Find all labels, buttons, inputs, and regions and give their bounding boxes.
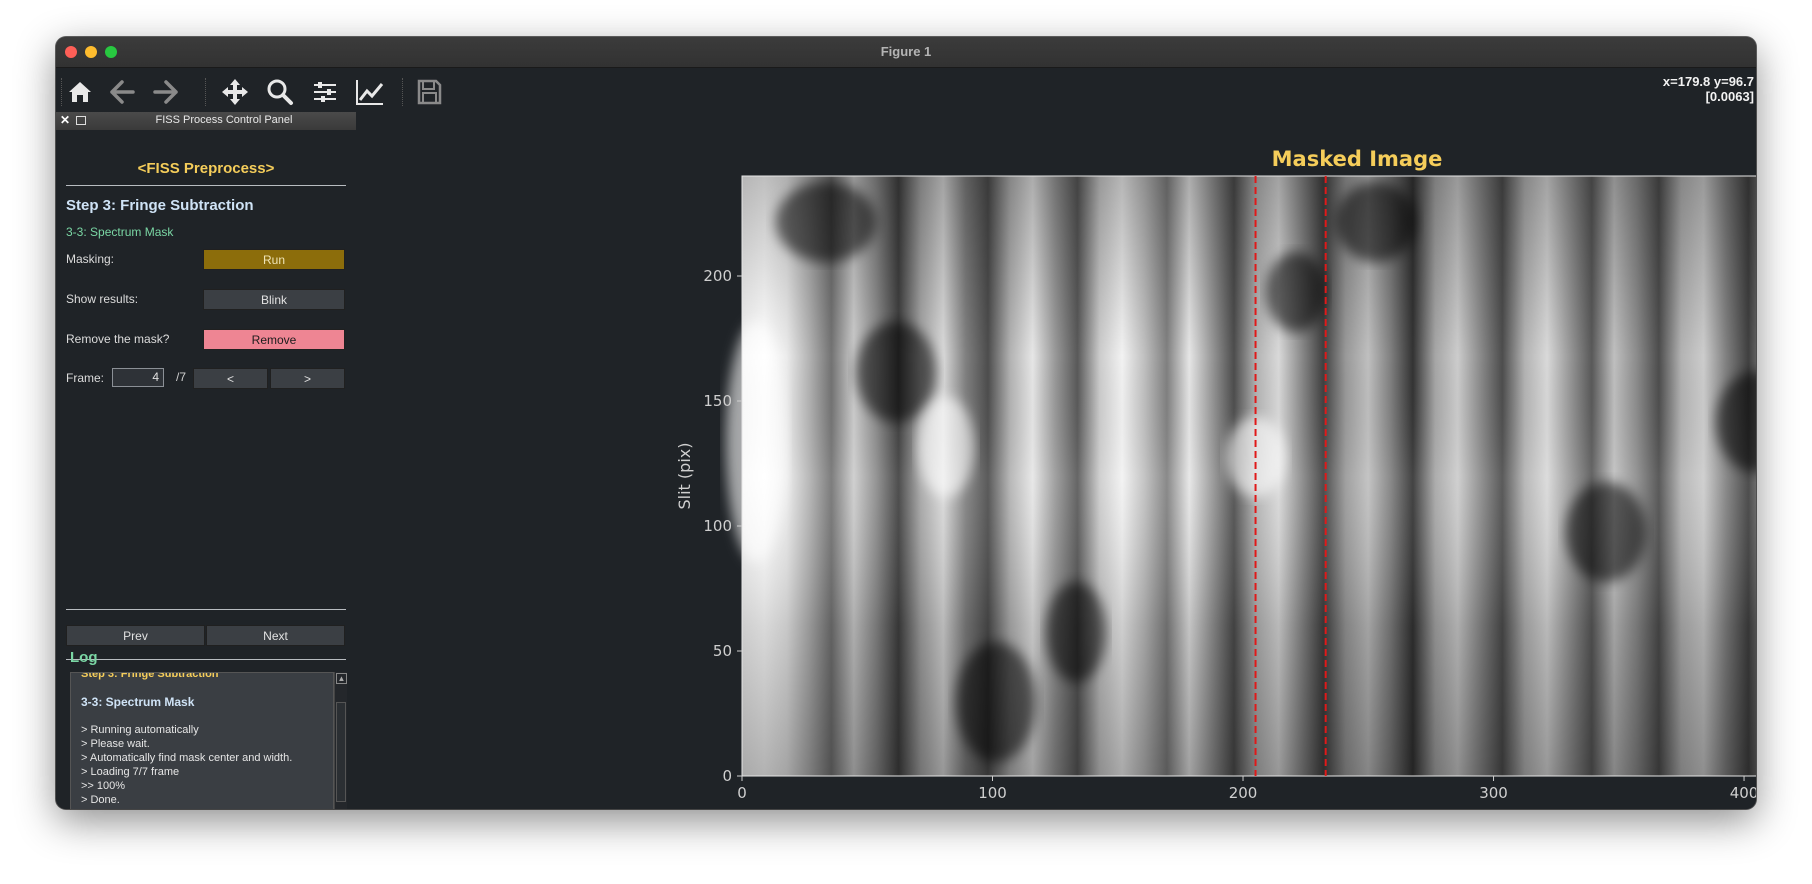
remove-button[interactable]: Remove bbox=[203, 329, 345, 350]
edit-curves-icon[interactable] bbox=[354, 76, 386, 108]
log-line: > Running automatically bbox=[81, 724, 199, 736]
coords-xy: x=179.8 y=96.7 bbox=[1662, 74, 1754, 89]
next-frame-button[interactable]: > bbox=[270, 368, 345, 389]
title-bar: Figure 1 bbox=[56, 37, 1756, 68]
divider bbox=[66, 659, 346, 660]
log-scrollbar[interactable]: ▲ ▼ bbox=[334, 672, 347, 809]
toolbar: x=179.8 y=96.7 [0.0063] bbox=[56, 68, 1756, 115]
window-title: Figure 1 bbox=[880, 44, 932, 59]
log-text: Step 3: Fringe Subtraction 3-3: Spectrum… bbox=[81, 672, 313, 807]
image-dark-region bbox=[856, 322, 936, 422]
x-tick-label: 100 bbox=[978, 784, 1007, 802]
x-tick-label: 200 bbox=[1229, 784, 1258, 802]
prev-frame-button[interactable]: < bbox=[193, 368, 268, 389]
x-tick-label: 0 bbox=[737, 784, 747, 802]
blink-button[interactable]: Blink bbox=[203, 289, 345, 310]
log-line: > Loading 7/7 frame bbox=[81, 766, 180, 778]
log-title: Log bbox=[70, 649, 98, 666]
image-dark-region bbox=[1566, 482, 1646, 582]
x-axis-label: Wavelength (pix) bbox=[1289, 807, 1426, 809]
frame-total: /7 bbox=[176, 370, 187, 384]
panel-header-title: FISS Process Control Panel bbox=[155, 114, 293, 126]
log-step-heading: Step 3: Fringe Subtraction bbox=[81, 672, 219, 680]
toolbar-separator bbox=[205, 78, 206, 106]
log-sub-heading: 3-3: Spectrum Mask bbox=[81, 695, 195, 709]
panel-header: ✕ FISS Process Control Panel bbox=[56, 112, 356, 130]
x-tick-label: 300 bbox=[1479, 784, 1508, 802]
masked-image-chart[interactable]: 0 100 200 300 400 0 50 100 150 200 Masked Image Wav… bbox=[356, 112, 1756, 809]
y-axis-label: Slit (pix) bbox=[675, 443, 694, 510]
coords-value: [0.0063] bbox=[1705, 89, 1754, 104]
divider bbox=[66, 609, 346, 610]
plot-area[interactable]: 0 100 200 300 400 0 50 100 150 200 Masked Image Wav… bbox=[356, 112, 1756, 809]
zoom-icon[interactable] bbox=[264, 76, 296, 108]
image-dark-region bbox=[956, 642, 1036, 762]
image-dark-region bbox=[1266, 252, 1326, 332]
y-tick-label: 200 bbox=[703, 267, 732, 285]
y-tick-label: 0 bbox=[722, 767, 732, 785]
main-title: <FISS Preprocess> bbox=[137, 160, 275, 177]
remove-mask-label: Remove the mask? bbox=[66, 332, 170, 346]
frame-input[interactable]: 4 bbox=[112, 368, 164, 387]
chart-title: Masked Image bbox=[1272, 147, 1443, 171]
next-step-button[interactable]: Next bbox=[206, 625, 345, 646]
log-line: > Automatically find mask center and wid… bbox=[81, 752, 293, 764]
y-tick-label: 50 bbox=[713, 642, 732, 660]
toolbar-separator bbox=[61, 78, 62, 106]
configure-icon[interactable] bbox=[309, 76, 341, 108]
log-output[interactable]: Step 3: Fringe Subtraction 3-3: Spectrum… bbox=[70, 672, 334, 809]
control-panel: ✕ FISS Process Control Panel <FISS Prepr… bbox=[56, 112, 357, 809]
y-tick-label: 150 bbox=[703, 392, 732, 410]
log-line: > Done. bbox=[81, 794, 120, 806]
cursor-coordinates: x=179.8 y=96.7 [0.0063] bbox=[1663, 74, 1754, 104]
x-tick-label: 400 bbox=[1730, 784, 1756, 802]
log-line: >> 100% bbox=[81, 780, 126, 792]
run-button[interactable]: Run bbox=[203, 249, 345, 270]
back-icon[interactable] bbox=[106, 76, 138, 108]
show-results-label: Show results: bbox=[66, 292, 139, 306]
divider bbox=[66, 185, 346, 186]
log-line: > Please wait. bbox=[81, 738, 150, 750]
home-icon[interactable] bbox=[64, 76, 96, 108]
save-icon[interactable] bbox=[413, 76, 445, 108]
scroll-thumb[interactable] bbox=[336, 702, 346, 802]
frame-label: Frame: bbox=[66, 371, 105, 385]
image-dark-region bbox=[776, 182, 876, 262]
sub-title: 3-3: Spectrum Mask bbox=[66, 225, 174, 239]
step-title: Step 3: Fringe Subtraction bbox=[66, 197, 254, 214]
image-bright-region bbox=[726, 322, 786, 562]
image-bright-region bbox=[918, 397, 974, 497]
figure-window: Figure 1 x=179.8 y=96.7 [0.0063] ✕ FISS … bbox=[56, 37, 1756, 809]
scroll-up-icon[interactable]: ▲ bbox=[336, 673, 347, 684]
toolbar-separator bbox=[402, 78, 403, 106]
image-dark-region bbox=[1046, 582, 1106, 682]
prev-step-button[interactable]: Prev bbox=[66, 625, 205, 646]
pan-icon[interactable] bbox=[219, 76, 251, 108]
image-dark-region bbox=[1336, 182, 1416, 262]
forward-icon[interactable] bbox=[150, 76, 182, 108]
masking-label: Masking: bbox=[66, 252, 115, 266]
panel-close-icon[interactable]: ✕ bbox=[60, 113, 70, 127]
panel-float-icon[interactable] bbox=[76, 116, 86, 125]
y-tick-label: 100 bbox=[703, 517, 732, 535]
